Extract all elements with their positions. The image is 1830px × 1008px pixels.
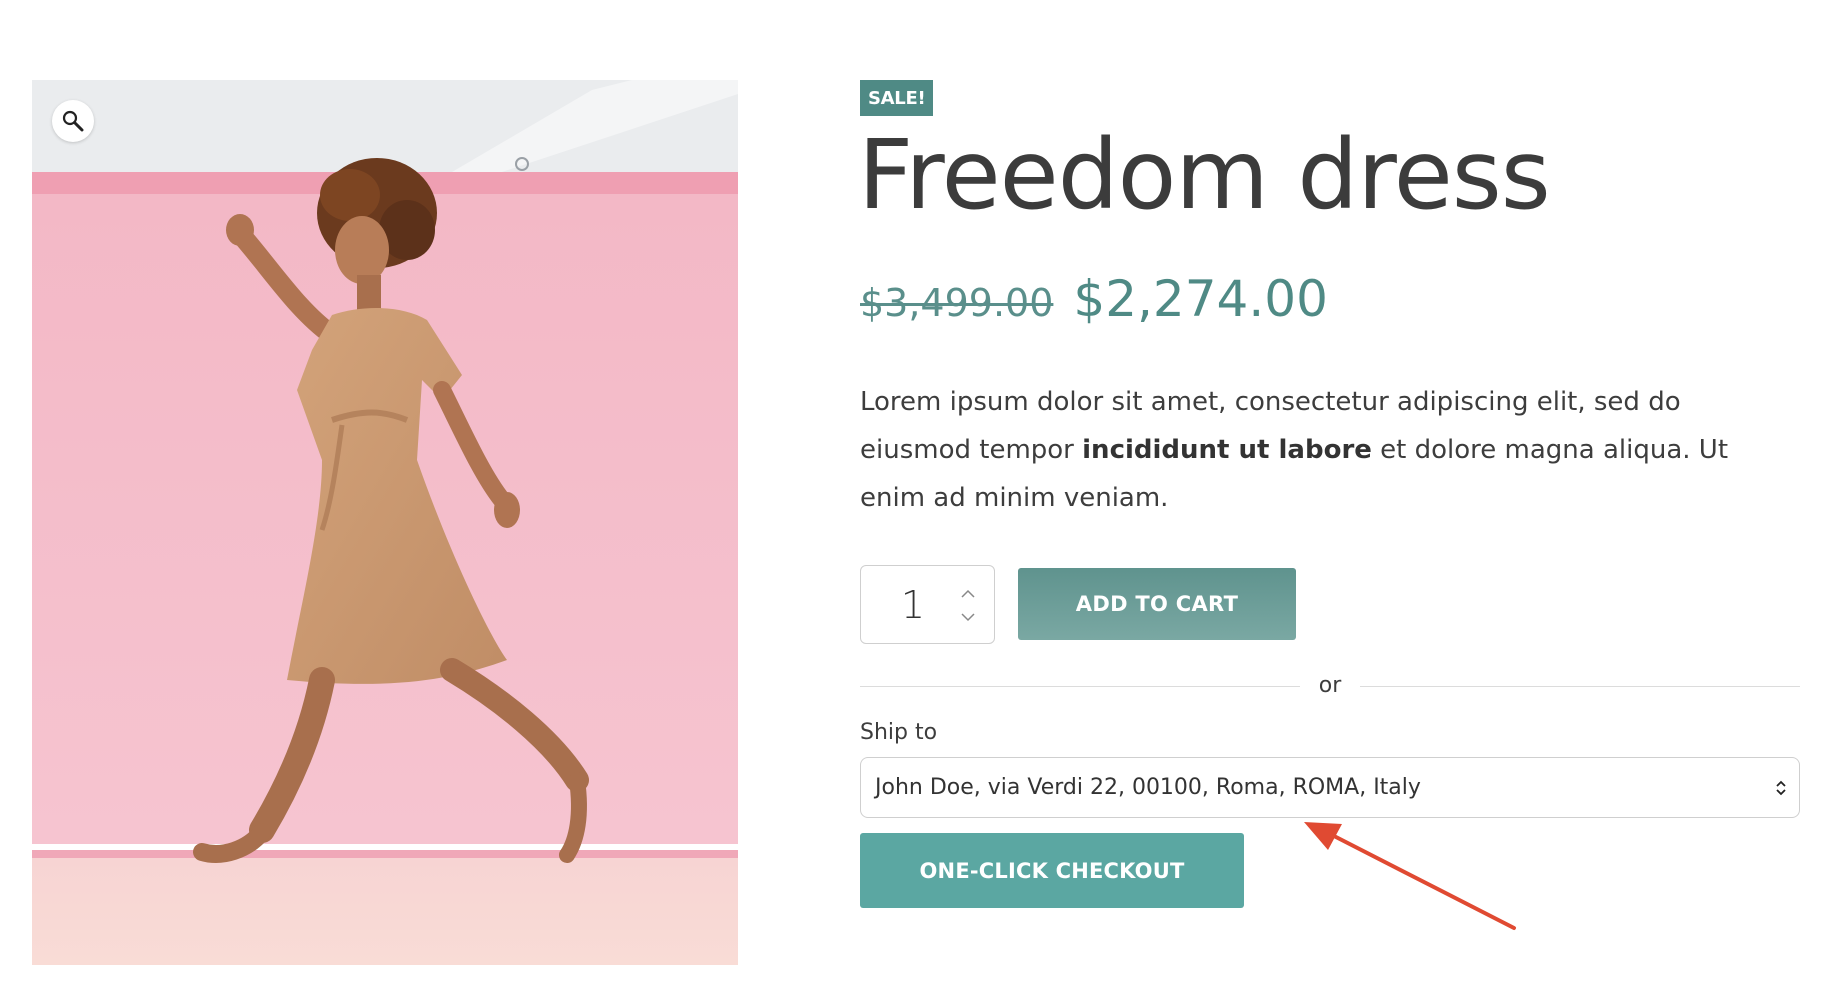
ship-to-selected-address: John Doe, via Verdi 22, 00100, Roma, ROM… bbox=[875, 775, 1421, 800]
regular-price: $3,499.00 bbox=[860, 281, 1054, 325]
chevron-up-icon bbox=[961, 589, 975, 598]
price-row: $3,499.00 $2,274.00 bbox=[860, 270, 1328, 328]
annotation-arrow-icon bbox=[1304, 822, 1516, 930]
zoom-button[interactable] bbox=[52, 100, 94, 142]
add-to-cart-button[interactable]: ADD TO CART bbox=[1018, 568, 1296, 640]
divider-line-left bbox=[860, 686, 1300, 687]
ship-to-select[interactable]: John Doe, via Verdi 22, 00100, Roma, ROM… bbox=[860, 757, 1800, 818]
sale-badge: SALE! bbox=[860, 80, 934, 116]
product-gallery bbox=[32, 80, 738, 965]
quantity-stepper[interactable]: 1 bbox=[860, 565, 995, 644]
updown-chevron-icon bbox=[1776, 780, 1786, 796]
magnifier-icon bbox=[62, 110, 84, 132]
sale-price: $2,274.00 bbox=[1073, 270, 1328, 328]
description-bold-text: incididunt ut labore bbox=[1082, 435, 1372, 465]
one-click-checkout-button[interactable]: ONE-CLICK CHECKOUT bbox=[860, 833, 1244, 908]
product-title: Freedom dress bbox=[858, 119, 1551, 231]
quantity-input[interactable]: 1 bbox=[861, 566, 965, 643]
divider-line-right bbox=[1360, 686, 1800, 687]
product-image[interactable] bbox=[32, 80, 738, 965]
quantity-increase-button[interactable] bbox=[960, 586, 976, 600]
divider-text: or bbox=[1318, 673, 1342, 698]
chevron-down-icon bbox=[961, 612, 975, 621]
ship-to-label: Ship to bbox=[860, 720, 938, 745]
quantity-decrease-button[interactable] bbox=[960, 610, 976, 624]
or-divider: or bbox=[860, 668, 1800, 704]
product-description: Lorem ipsum dolor sit amet, consectetur … bbox=[860, 378, 1760, 522]
